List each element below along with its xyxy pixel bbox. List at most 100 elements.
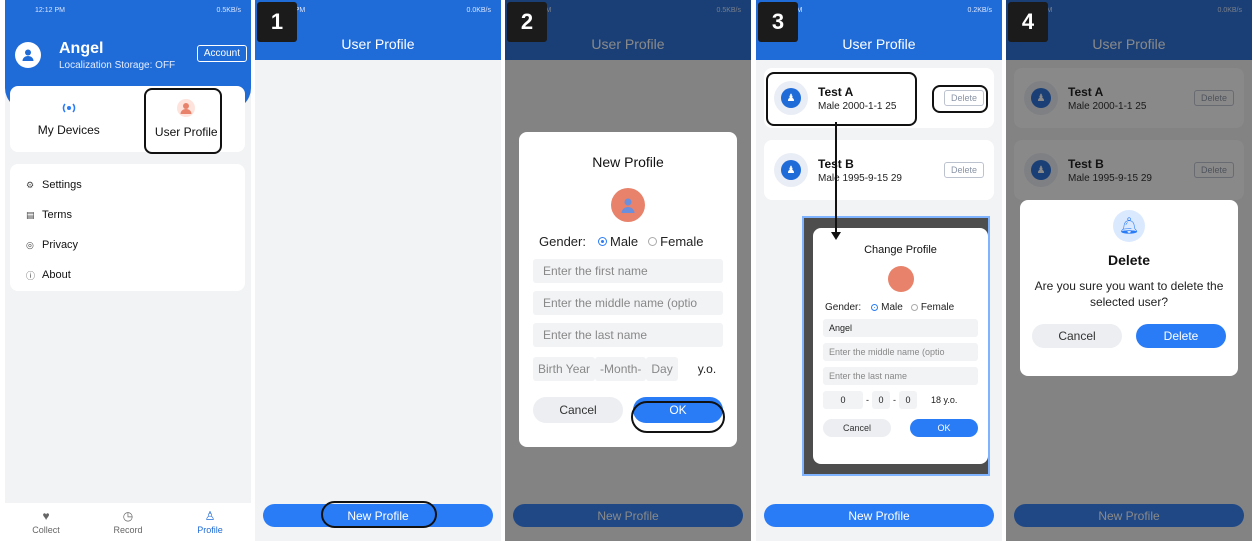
male-label: Male (609, 234, 639, 249)
middle-name-field[interactable]: Enter the middle name (optio (533, 291, 723, 315)
age-label: y.o. (697, 362, 717, 376)
bell-icon: 🔔︎ (1113, 210, 1145, 242)
female-radio[interactable] (648, 237, 658, 246)
highlight-ok (631, 401, 725, 433)
male-label: Male (881, 302, 903, 313)
separator: - (866, 395, 869, 405)
my-devices-button[interactable]: My Devices (10, 86, 128, 152)
heart-icon: ♥ (42, 509, 50, 523)
last-name-field[interactable]: Enter the last name (533, 323, 723, 347)
avatar: ♟ (774, 153, 808, 187)
avatar[interactable] (887, 266, 914, 292)
change-profile-dialog: Change Profile Gender: Male Female Angel… (813, 228, 988, 464)
separator: - (893, 395, 896, 405)
male-radio[interactable] (597, 237, 607, 246)
dialog-actions: Cancel OK (823, 419, 978, 437)
profile-home-screen: 12:12 PM 0.5KB/s Angel Localization Stor… (5, 0, 251, 541)
confirm-delete-button[interactable]: Delete (1136, 324, 1226, 348)
menu-label: Terms (42, 209, 72, 221)
first-name-field[interactable]: Enter the first name (533, 259, 723, 283)
gear-icon: ⚙ (26, 179, 35, 190)
dialog-title: New Profile (592, 154, 664, 170)
new-profile-dialog: New Profile Gender: Male Female Enter th… (519, 132, 737, 447)
gender-selector: Gender: Male Female (539, 234, 737, 249)
cancel-button[interactable]: Cancel (823, 419, 891, 437)
tab-collect[interactable]: ♥ Collect (5, 503, 87, 541)
user-profile-empty-screen: 58 PM 0.0KB/s User Profile 1 New Profile (255, 0, 501, 541)
step-number: 4 (1008, 2, 1048, 42)
signal-icon (62, 103, 75, 113)
status-speed: 0.5KB/s (216, 6, 241, 14)
document-icon: ▤ (26, 209, 35, 220)
info-icon: ⓘ (26, 270, 36, 281)
status-speed: 0.2KB/s (967, 6, 992, 14)
step-number: 2 (507, 2, 547, 42)
new-profile-screen: 8 PM 0.5KB/s User Profile New Profile 2 … (505, 0, 751, 541)
profile-card[interactable]: ♟ Test B Male 1995-9-15 29 Delete (764, 140, 994, 200)
bottom-tab-bar: ♥ Collect ◷ Record ♙ Profile (5, 503, 251, 541)
status-bar: 12:12 PM 0.5KB/s (5, 0, 251, 20)
highlight-profile-card (766, 72, 917, 126)
delete-confirm-screen: 9 PM 0.0KB/s User Profile ♟ Test A Male … (1006, 0, 1252, 541)
menu-label: Privacy (42, 239, 79, 251)
birth-day-field[interactable]: Day (646, 357, 678, 381)
menu-item-settings[interactable]: ⚙ Settings (10, 170, 245, 200)
highlight-user-profile (144, 88, 222, 154)
profile-list-screen: 9 PM 0.2KB/s User Profile 3 ♟ Test A Mal… (756, 0, 1002, 541)
user-name: Angel (59, 40, 104, 57)
menu-label: Settings (42, 179, 82, 191)
avatar[interactable] (611, 188, 645, 222)
person-icon: ♟ (781, 160, 801, 180)
last-name-field[interactable]: Enter the last name (823, 367, 978, 385)
arrow-line (835, 122, 837, 234)
birth-day-field[interactable]: 0 (899, 391, 917, 409)
female-label: Female (920, 302, 955, 313)
male-radio[interactable] (871, 304, 879, 311)
settings-menu: ⚙ Settings ▤ Terms ◎ Privacy ⓘ About (10, 164, 245, 291)
step-number: 1 (257, 2, 297, 42)
cancel-button[interactable]: Cancel (533, 397, 623, 423)
birth-year-field[interactable]: Birth Year (533, 357, 596, 381)
person-icon (621, 198, 635, 213)
status-time: 12:12 PM (35, 6, 65, 14)
tab-label: Record (113, 525, 143, 535)
tab-record[interactable]: ◷ Record (87, 503, 169, 541)
menu-label: About (42, 269, 71, 281)
dialog-title: Change Profile (864, 244, 937, 256)
dialog-title: Delete (1107, 252, 1151, 268)
new-profile-button[interactable]: New Profile (764, 504, 994, 527)
dialog-message: Are you sure you want to delete the sele… (1034, 279, 1224, 309)
birth-date-row: Birth Year -Month- Day y.o. (533, 357, 723, 381)
birth-date-row: 0 - 0 - 0 18 y.o. (823, 391, 978, 409)
highlight-delete (932, 85, 988, 113)
middle-name-field[interactable]: Enter the middle name (optio (823, 343, 978, 361)
female-radio[interactable] (910, 304, 918, 311)
shield-icon: ◎ (26, 239, 34, 250)
account-button[interactable]: Account (196, 45, 247, 62)
avatar[interactable] (15, 42, 41, 68)
person-icon (22, 49, 34, 61)
storage-status: Localization Storage: OFF (59, 60, 176, 71)
cancel-button[interactable]: Cancel (1032, 324, 1122, 348)
my-devices-label: My Devices (37, 123, 100, 137)
birth-year-field[interactable]: 0 (823, 391, 863, 409)
gender-label: Gender: (825, 302, 862, 313)
menu-item-about[interactable]: ⓘ About (10, 260, 245, 290)
gender-label: Gender: (539, 234, 586, 249)
tab-profile[interactable]: ♙ Profile (169, 503, 251, 541)
female-label: Female (660, 234, 704, 249)
gender-selector: Gender: Male Female (825, 302, 988, 313)
menu-item-terms[interactable]: ▤ Terms (10, 200, 245, 230)
birth-month-field[interactable]: -Month- (595, 357, 647, 381)
arrow-head (831, 232, 841, 240)
ok-button[interactable]: OK (910, 419, 978, 437)
age-label: 18 y.o. (931, 395, 958, 405)
first-name-field[interactable]: Angel (823, 319, 978, 337)
clock-icon: ◷ (122, 509, 134, 523)
delete-dialog: 🔔︎ Delete Are you sure you want to delet… (1020, 200, 1238, 376)
delete-button[interactable]: Delete (943, 162, 984, 178)
menu-item-privacy[interactable]: ◎ Privacy (10, 230, 245, 260)
birth-month-field[interactable]: 0 (872, 391, 890, 409)
person-icon: ♙ (204, 509, 216, 523)
highlight-new-profile (321, 501, 437, 528)
